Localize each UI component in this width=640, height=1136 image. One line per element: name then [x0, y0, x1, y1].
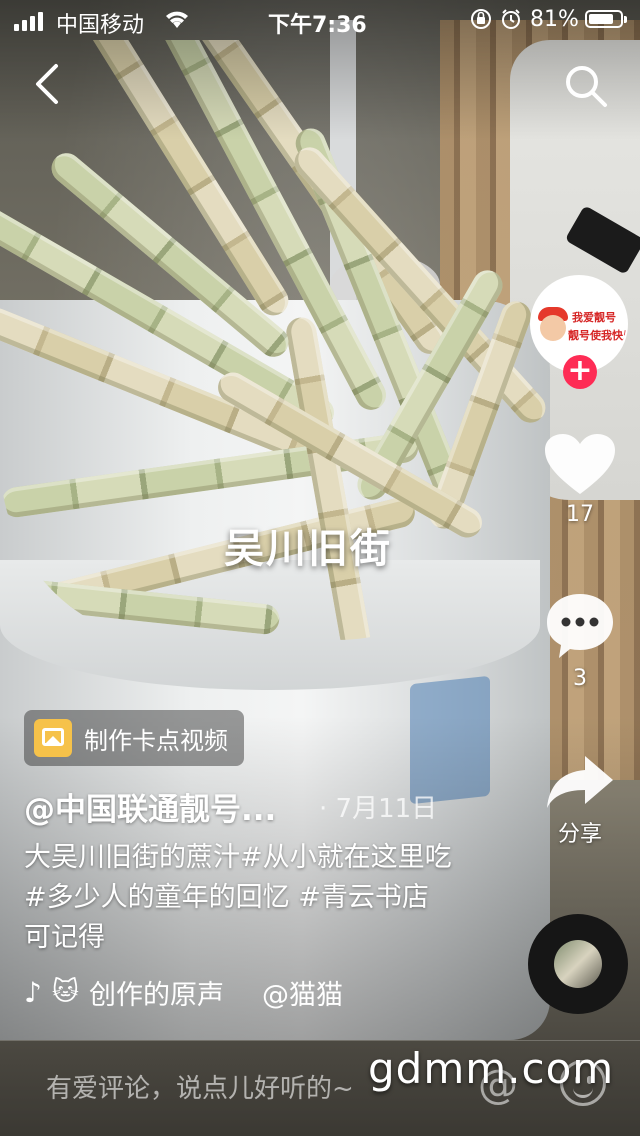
clock: 下午7:36: [268, 13, 367, 38]
share-arrow-icon: [547, 756, 613, 808]
like-count: 17: [566, 502, 594, 527]
comment-bubble-icon: [547, 594, 613, 658]
status-bar: 中国移动 下午7:36 81%: [0, 0, 640, 40]
battery-icon: [585, 10, 627, 28]
comment-button[interactable]: 3: [540, 590, 620, 691]
divider: [0, 1040, 640, 1041]
comment-input[interactable]: 有爱评论，说点儿好听的~: [46, 1068, 354, 1105]
music-author: @猫猫: [261, 979, 343, 1011]
share-label: 分享: [557, 822, 602, 847]
follow-button[interactable]: +: [563, 355, 597, 389]
search-button[interactable]: [562, 62, 610, 110]
music-cover: [554, 940, 602, 988]
chevron-left-icon: [36, 64, 58, 104]
template-pill-label: 制作卡点视频: [84, 726, 228, 755]
music-disc[interactable]: [528, 914, 628, 1014]
battery-percent: 81%: [530, 7, 579, 32]
avatar-text-2: 靓号使我快乐: [568, 329, 628, 342]
author-row: @中国联通靓号... · 7月11日: [24, 784, 524, 828]
template-pill[interactable]: 制作卡点视频: [24, 710, 244, 766]
music-title: 创作的原声: [88, 979, 224, 1011]
tiktok-note-icon: ♪: [24, 975, 42, 1009]
post-caption[interactable]: 大吴川旧街的蔗汁#从小就在这里吃#多少人的童年的回忆 #青云书店可记得: [24, 838, 454, 958]
back-button[interactable]: [28, 62, 68, 106]
avatar-text-1: 我爱靓号: [572, 311, 616, 324]
rotation-lock-icon: [470, 8, 492, 36]
heart-icon: [545, 434, 615, 494]
author-avatar-group[interactable]: 我爱靓号 靓号使我快乐 +: [530, 275, 630, 395]
like-button[interactable]: 17: [540, 432, 620, 527]
wifi-icon: [162, 6, 192, 36]
signal-icon: [14, 12, 43, 31]
music-emoji: 🐱: [51, 977, 79, 1007]
image-template-icon: [34, 719, 72, 757]
share-button[interactable]: 分享: [540, 752, 620, 848]
alarm-icon: [500, 8, 522, 36]
author-name[interactable]: @中国联通靓号...: [24, 784, 276, 829]
carrier-name: 中国移动: [56, 13, 145, 38]
post-date: · 7月11日: [319, 794, 438, 824]
site-watermark: gdmm.com: [368, 1044, 615, 1093]
comment-count: 3: [573, 666, 587, 691]
overlay-text: 吴川旧街: [224, 526, 392, 572]
search-icon: [566, 66, 607, 107]
music-row[interactable]: ♪ 🐱 创作的原声 @猫猫: [24, 972, 343, 1012]
